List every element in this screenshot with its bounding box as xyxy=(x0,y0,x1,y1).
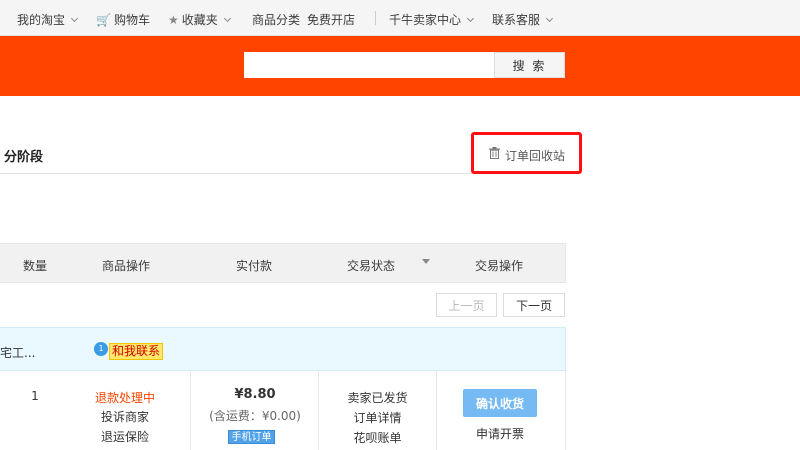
recycle-bin-label: 订单回收站 xyxy=(505,149,566,163)
recycle-bin-link[interactable]: 订单回收站 xyxy=(471,132,582,174)
header-band: 搜 索 xyxy=(0,36,800,96)
star-icon: ★ xyxy=(168,13,179,27)
next-page-button[interactable]: 下一页 xyxy=(503,293,565,317)
nav-seller-center[interactable]: 千牛卖家中心 xyxy=(389,11,475,28)
nav-my-taobao-label: 我的淘宝 xyxy=(17,13,66,27)
status-shipped: 卖家已发货 xyxy=(347,391,408,405)
chevron-down-icon xyxy=(70,14,79,23)
complain-link[interactable]: 投诉商家 xyxy=(75,408,175,425)
top-nav-bar: 我的淘宝 🛒 购物车 ★ 收藏夹 商品分类 免费开店 千牛卖家中心 联系客服 xyxy=(0,0,800,36)
column-divider xyxy=(318,371,319,450)
chevron-down-icon xyxy=(223,14,231,23)
filter-dropdown-icon[interactable] xyxy=(422,259,430,264)
header-quantity: 数量 xyxy=(23,259,48,273)
nav-open-store[interactable]: 免费开店 xyxy=(307,11,355,28)
section-title: 分阶段 xyxy=(4,150,44,165)
return-insurance-link[interactable]: 退运保险 xyxy=(75,428,175,445)
nav-cart-label: 购物车 xyxy=(113,13,150,27)
cart-icon: 🛒 xyxy=(96,13,111,27)
order-detail-link[interactable]: 订单详情 xyxy=(320,409,435,426)
header-paid: 实付款 xyxy=(236,259,273,273)
confirm-receipt-button[interactable]: 确认收货 xyxy=(463,389,537,417)
header-trade-ops: 交易操作 xyxy=(475,259,524,273)
search-input[interactable] xyxy=(244,52,494,78)
header-item-ops: 商品操作 xyxy=(102,259,151,273)
column-divider xyxy=(436,371,437,450)
mobile-order-badge: 手机订单 xyxy=(228,430,275,444)
huabei-bill-link[interactable]: 花呗账单 xyxy=(320,429,435,446)
order-quantity: 1 xyxy=(31,389,39,403)
column-divider xyxy=(190,371,191,450)
nav-customer-service-label: 联系客服 xyxy=(492,13,541,27)
chat-icon: 1 xyxy=(94,342,108,356)
nav-categories[interactable]: 商品分类 xyxy=(252,11,300,28)
refund-status-link[interactable]: 退款处理中 xyxy=(75,389,175,406)
header-trade-status[interactable]: 交易状态 xyxy=(347,257,395,274)
request-invoice-link[interactable]: 申请开票 xyxy=(440,425,560,442)
order-header-row: 宅工... 1 和我联系 xyxy=(0,327,566,371)
nav-divider xyxy=(375,11,376,25)
chevron-down-icon xyxy=(466,14,475,23)
nav-my-taobao[interactable]: 我的淘宝 xyxy=(17,11,79,28)
nav-cart[interactable]: 🛒 购物车 xyxy=(96,11,150,28)
nav-customer-service[interactable]: 联系客服 xyxy=(492,11,554,28)
nav-favorites-label: 收藏夹 xyxy=(181,13,218,27)
chevron-down-icon xyxy=(545,14,554,23)
contact-seller-label: 和我联系 xyxy=(109,343,164,360)
prev-page-button[interactable]: 上一页 xyxy=(436,293,497,317)
search-button[interactable]: 搜 索 xyxy=(494,52,565,78)
order-price: ¥8.80 xyxy=(234,387,276,402)
nav-seller-center-label: 千牛卖家中心 xyxy=(389,13,462,27)
order-freight: (含运费：¥0.00) xyxy=(209,409,301,423)
nav-favorites[interactable]: ★ 收藏夹 xyxy=(168,11,231,28)
shop-name[interactable]: 宅工... xyxy=(0,344,35,361)
trash-icon xyxy=(489,147,500,159)
